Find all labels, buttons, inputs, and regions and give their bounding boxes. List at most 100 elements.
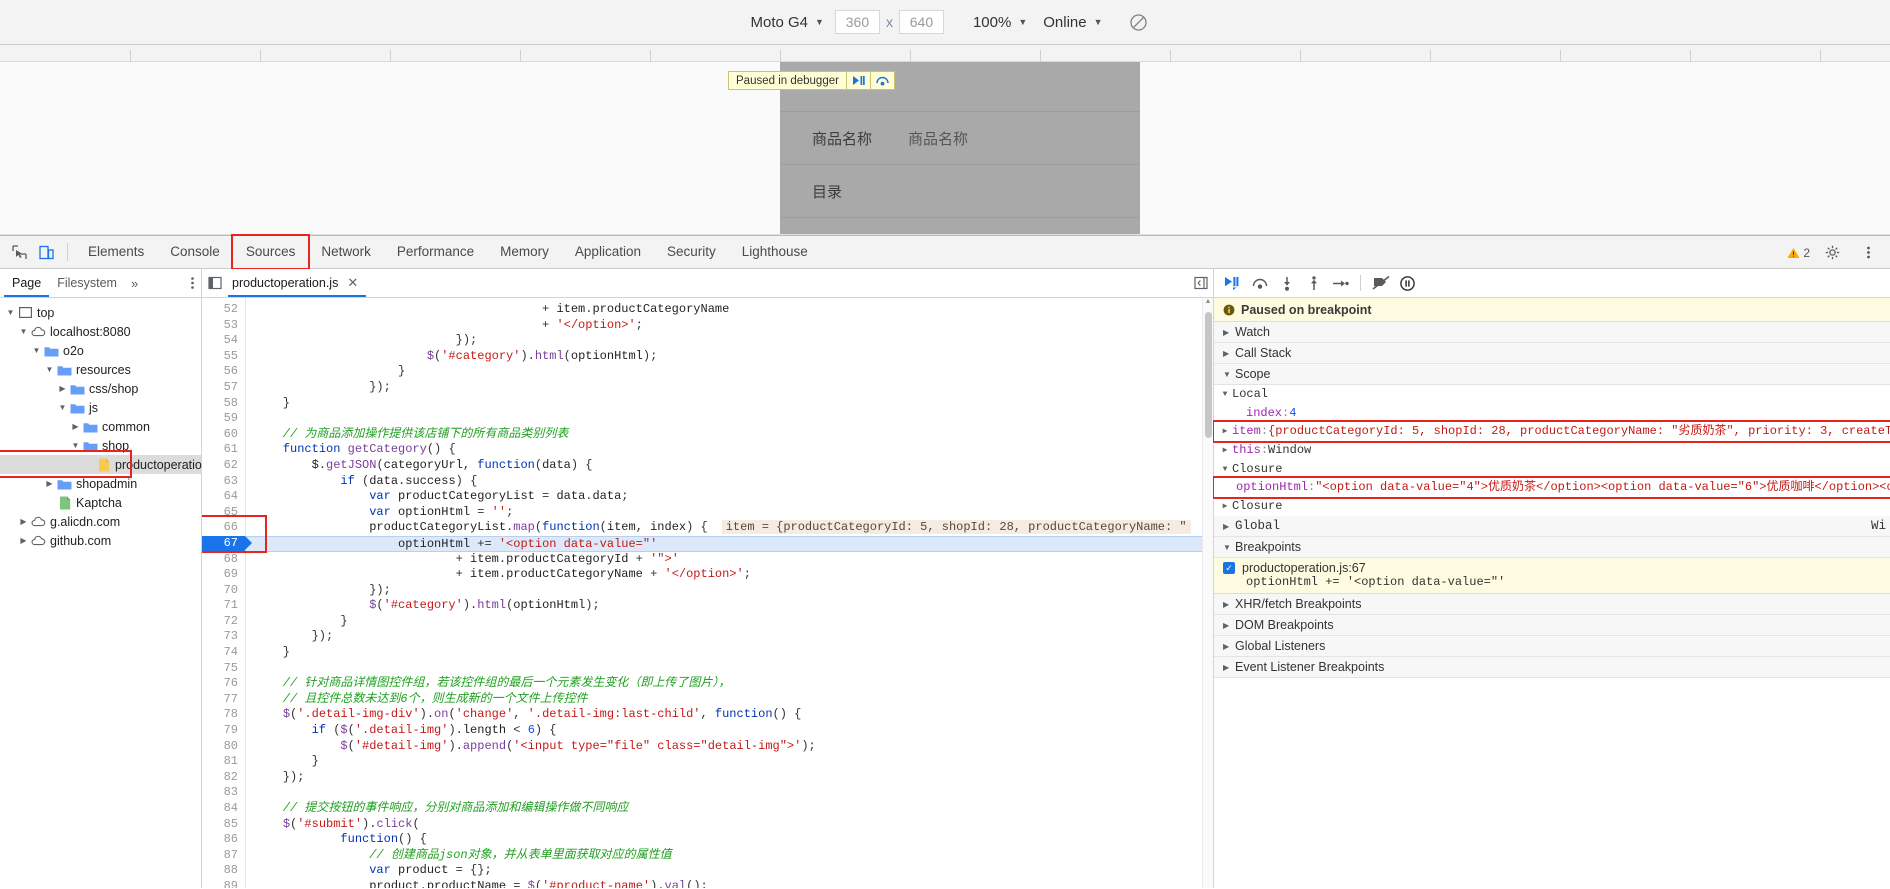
code-line[interactable]: // 针对商品详情图控件组，若该控件组的最后一个元素发生变化（即上传了图片），: [246, 676, 1213, 692]
code-line[interactable]: [246, 661, 1213, 677]
inspect-element-icon[interactable]: [6, 239, 33, 266]
tree-item-js[interactable]: ▼ js: [0, 398, 201, 417]
code-line[interactable]: }: [246, 754, 1213, 770]
code-line[interactable]: if ($('.detail-img').length < 6) {: [246, 723, 1213, 739]
chevron-right-icon[interactable]: ▶: [1218, 441, 1232, 460]
section-scope[interactable]: ▼ Scope: [1214, 364, 1890, 385]
show-debugger-icon[interactable]: [1194, 276, 1208, 290]
line-number[interactable]: 86: [202, 832, 245, 848]
code-line[interactable]: }: [246, 364, 1213, 380]
tab-sources[interactable]: Sources: [230, 234, 311, 270]
code-line[interactable]: // 为商品添加操作提供该店铺下的所有商品类别列表: [246, 427, 1213, 443]
line-number[interactable]: 52: [202, 302, 245, 318]
line-number[interactable]: 54: [202, 333, 245, 349]
tab-memory[interactable]: Memory: [487, 236, 562, 268]
code-line[interactable]: var product = {};: [246, 863, 1213, 879]
tree-item-shopadmin[interactable]: ▶ shopadmin: [0, 474, 201, 493]
code-line[interactable]: [246, 785, 1213, 801]
code-line[interactable]: function() {: [246, 832, 1213, 848]
line-number[interactable]: 84: [202, 801, 245, 817]
more-vertical-icon[interactable]: [1855, 239, 1882, 266]
code-line[interactable]: });: [246, 583, 1213, 599]
tree-item-github-com[interactable]: ▶ github.com: [0, 531, 201, 550]
scope-var-optionhtml[interactable]: optionHtml : "<option data-value="4">优质奶…: [1212, 476, 1890, 499]
code-line[interactable]: $.getJSON(categoryUrl, function(data) {: [246, 458, 1213, 474]
line-number[interactable]: 69: [202, 567, 245, 583]
code-line[interactable]: }: [246, 645, 1213, 661]
chevron-down-icon[interactable]: ▼: [17, 327, 30, 336]
line-number[interactable]: 71: [202, 598, 245, 614]
chevron-right-icon[interactable]: ▶: [17, 517, 30, 526]
editor-tab-productoperation-js[interactable]: productoperation.js ✕: [228, 269, 366, 297]
step-out-icon[interactable]: [1302, 272, 1325, 295]
code-line[interactable]: [246, 411, 1213, 427]
line-number-gutter[interactable]: 52 53 54 55 56 57 58 59 60 61 62 63 64 65 66 67 68 69 70 71…: [202, 298, 252, 888]
scope-group-closure[interactable]: ▼ Closure: [1214, 460, 1890, 479]
code-vertical-scrollbar[interactable]: ▲: [1202, 298, 1213, 888]
tree-item-resources[interactable]: ▼ resources: [0, 360, 201, 379]
chevron-right-icon[interactable]: ▶: [69, 422, 82, 431]
tree-item-g-alicdn-com[interactable]: ▶ g.alicdn.com: [0, 512, 201, 531]
resume-script-icon[interactable]: [846, 71, 871, 90]
nav-tab-page[interactable]: Page: [4, 269, 49, 297]
tab-lighthouse[interactable]: Lighthouse: [729, 236, 821, 268]
section-global-listeners[interactable]: ▶ Global Listeners: [1214, 636, 1890, 657]
step-over-icon[interactable]: [870, 71, 895, 90]
line-number[interactable]: 66: [202, 520, 245, 536]
chevron-down-icon[interactable]: ▼: [56, 403, 69, 412]
line-number[interactable]: 76: [202, 676, 245, 692]
chevron-right-icon[interactable]: ▶: [43, 479, 56, 488]
chevron-down-icon[interactable]: ▼: [43, 365, 56, 374]
tree-item-top[interactable]: ▼ top: [0, 303, 201, 322]
section-xhr-fetch-breakpoints[interactable]: ▶ XHR/fetch Breakpoints: [1214, 594, 1890, 615]
chevron-down-icon[interactable]: ▼: [4, 308, 17, 317]
tab-performance[interactable]: Performance: [384, 236, 487, 268]
line-number[interactable]: 70: [202, 583, 245, 599]
tree-item-o2o[interactable]: ▼ o2o: [0, 341, 201, 360]
line-number[interactable]: 78: [202, 707, 245, 723]
code-line[interactable]: // 且控件总数未达到6个，则生成新的一个文件上传控件: [246, 692, 1213, 708]
code-line[interactable]: function getCategory() {: [246, 442, 1213, 458]
code-line[interactable]: $('#submit').click(: [246, 817, 1213, 833]
tree-item-css-shop[interactable]: ▶ css/shop: [0, 379, 201, 398]
line-number[interactable]: 63: [202, 474, 245, 490]
code-line[interactable]: });: [246, 333, 1213, 349]
line-number[interactable]: 87: [202, 848, 245, 864]
tree-item-productoperatio[interactable]: productoperatio: [0, 450, 202, 478]
section-watch[interactable]: ▶ Watch: [1214, 322, 1890, 343]
tree-item-localhost-8080[interactable]: ▼ localhost:8080: [0, 322, 201, 341]
line-number[interactable]: 58: [202, 396, 245, 412]
line-number[interactable]: 56: [202, 364, 245, 380]
tab-application[interactable]: Application: [562, 236, 654, 268]
form-row-value[interactable]: 数字越大越排前面: [908, 234, 1028, 235]
line-number[interactable]: 55: [202, 349, 245, 365]
line-number[interactable]: 53: [202, 318, 245, 334]
line-number[interactable]: 62: [202, 458, 245, 474]
code-viewer[interactable]: 52 53 54 55 56 57 58 59 60 61 62 63 64 65 66 67 68 69 70 71…: [202, 298, 1213, 888]
scrollbar-thumb[interactable]: [1205, 312, 1212, 438]
breakpoint-location[interactable]: productoperation.js:67: [1242, 561, 1366, 575]
chevron-down-icon[interactable]: ▼: [30, 346, 43, 355]
code-line[interactable]: // 提交按钮的事件响应，分别对商品添加和编辑操作做不同响应: [246, 801, 1213, 817]
code-line[interactable]: productCategoryList.map(function(item, i…: [246, 520, 1213, 536]
code-line[interactable]: var productCategoryList = data.data;: [246, 489, 1213, 505]
line-number[interactable]: 72: [202, 614, 245, 630]
line-number[interactable]: 88: [202, 863, 245, 879]
form-row-value[interactable]: 商品名称: [908, 128, 968, 149]
code-line[interactable]: var optionHtml = '';: [246, 505, 1213, 521]
code-line[interactable]: }: [246, 396, 1213, 412]
line-number[interactable]: 79: [202, 723, 245, 739]
line-number[interactable]: 64: [202, 489, 245, 505]
code-line[interactable]: $('#category').html(optionHtml);: [246, 349, 1213, 365]
chevron-down-icon[interactable]: ▼: [69, 441, 82, 450]
code-line[interactable]: $('.detail-img-div').on('change', '.deta…: [246, 707, 1213, 723]
scroll-up-arrow[interactable]: ▲: [1203, 298, 1213, 305]
nav-tab-filesystem[interactable]: Filesystem: [49, 269, 125, 297]
breakpoint-list-item[interactable]: ✓ productoperation.js:67 optionHtml += '…: [1214, 558, 1890, 594]
tree-item-shop[interactable]: ▼ shop: [0, 436, 201, 455]
zoom-select[interactable]: 100% ▼: [965, 9, 1035, 35]
tab-console[interactable]: Console: [157, 236, 233, 268]
line-number[interactable]: 67: [202, 535, 252, 552]
viewport-height-input[interactable]: 640: [898, 10, 944, 34]
line-number[interactable]: 75: [202, 661, 245, 677]
